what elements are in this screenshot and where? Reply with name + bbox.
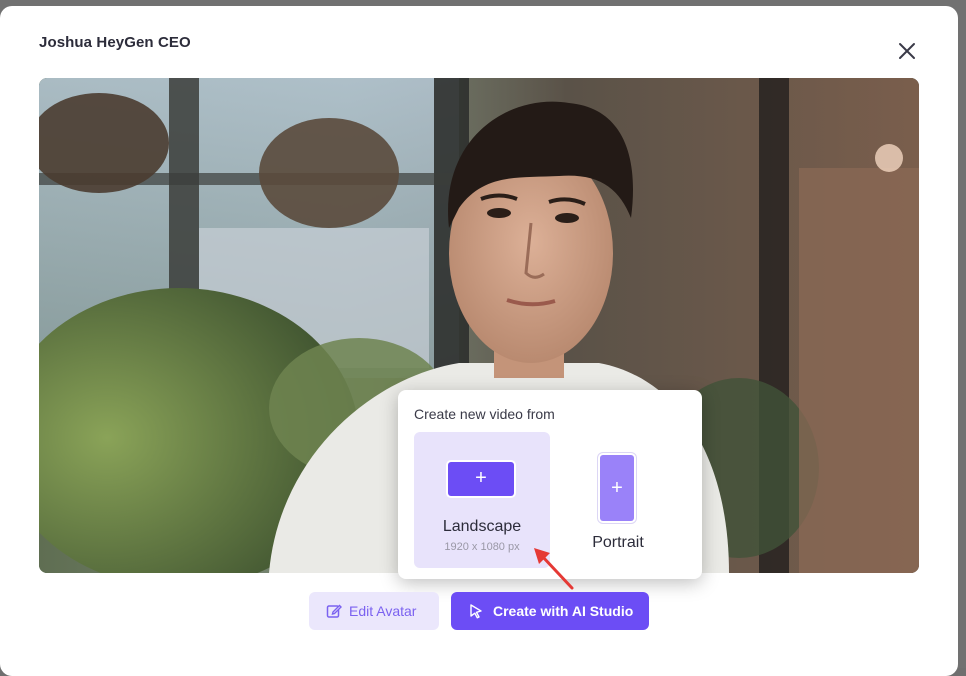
landscape-label: Landscape [442,518,522,535]
cursor-pointer-icon [470,604,482,619]
plus-icon: + [448,462,514,496]
create-with-ai-studio-label: Create with AI Studio [493,603,634,619]
edit-avatar-button[interactable]: Edit Avatar [309,592,439,630]
modal-title: Joshua HeyGen CEO [39,34,191,51]
popover-title: Create new video from [414,406,555,422]
close-icon [899,43,915,59]
create-with-ai-studio-button[interactable]: Create with AI Studio [451,592,649,630]
plus-icon: + [600,455,634,521]
edit-avatar-label: Edit Avatar [349,603,417,619]
annotation-arrow-icon [534,548,574,590]
close-button[interactable] [894,38,920,64]
edit-icon [326,604,342,618]
